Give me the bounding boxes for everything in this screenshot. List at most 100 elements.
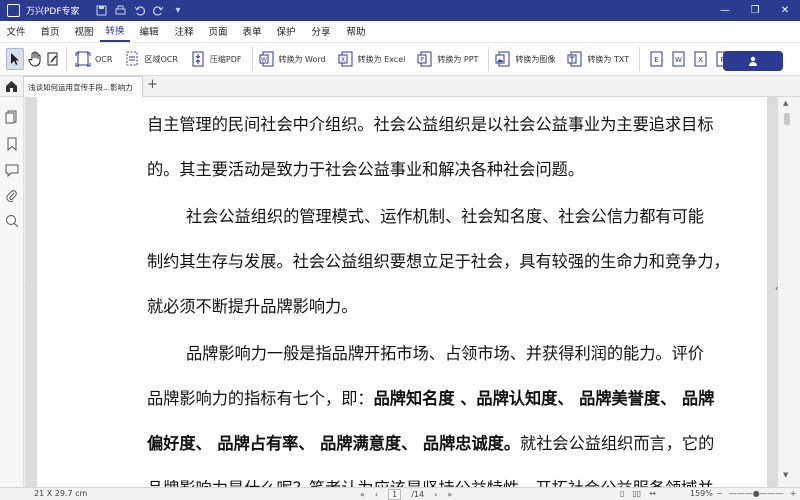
format-e-icon: E (650, 51, 663, 67)
to-image-button[interactable]: 转换为图像 (495, 46, 555, 72)
add-tab-button[interactable]: + (147, 77, 158, 92)
to-html-button[interactable]: W (670, 46, 686, 72)
ocr-label: OCR (95, 54, 113, 64)
scroll-thumb[interactable] (784, 113, 790, 125)
excel-icon: X (338, 51, 353, 67)
vertical-scrollbar[interactable]: ▲ ▼ (778, 97, 800, 487)
menu-page[interactable]: 页面 (200, 20, 236, 42)
undo-icon[interactable] (134, 5, 145, 16)
separator (66, 47, 67, 71)
menu-file[interactable]: 文件 (0, 20, 32, 42)
to-txt-button[interactable]: 转换为 TXT (567, 46, 629, 72)
app-logo (0, 0, 26, 21)
menu-convert[interactable]: 转换 (100, 20, 130, 42)
page-number-input[interactable]: 1 (388, 489, 402, 500)
text-line: 的。其主要活动是致力于社会公益事业和解决各种社会问题。 (147, 160, 585, 179)
separator (488, 47, 490, 71)
ribbon-toolbar: OCR 区域OCR 压缩PDF W 转换为 Word X 转换为 Excel P… (0, 43, 800, 76)
prev-page-icon[interactable]: ‹ (375, 490, 378, 499)
menu-home[interactable]: 首页 (32, 20, 68, 42)
dropdown-icon[interactable]: ▾ (172, 5, 184, 16)
close-icon[interactable]: ✕ (770, 0, 800, 21)
scroll-down-icon[interactable]: ▼ (783, 471, 788, 479)
text-span: 就社会公益组织而言，它的 (520, 434, 715, 453)
hand-icon (28, 51, 41, 67)
minimize-icon[interactable]: — (710, 0, 740, 21)
document-tab-bar: 浅谈如何运用宣传手段...影响力 + (0, 76, 800, 97)
to-word-label: 转换为 Word (278, 54, 326, 64)
edit-tool[interactable] (46, 46, 60, 72)
menu-view[interactable]: 视图 (68, 20, 100, 42)
two-page-view-icon[interactable]: ▯▯ (632, 489, 641, 498)
format-x-icon: X (694, 51, 707, 67)
menu-comment[interactable]: 注释 (168, 20, 200, 42)
redo-icon[interactable] (153, 5, 164, 16)
to-epub-button[interactable]: E (648, 46, 664, 72)
area-ocr-icon (126, 51, 138, 66)
home-icon[interactable] (4, 79, 19, 94)
ppt-icon: P (417, 51, 432, 67)
hand-tool[interactable] (28, 46, 42, 72)
attachment-icon[interactable] (5, 189, 19, 203)
image-icon (495, 51, 510, 67)
menu-form[interactable]: 表单 (236, 20, 268, 42)
txt-icon (567, 51, 582, 67)
bold-text-span: 偏好度、 品牌占有率、 品牌满意度、 品牌忠诚度。 (147, 434, 521, 453)
restore-icon[interactable]: ❐ (740, 0, 770, 21)
comment-icon[interactable] (5, 163, 19, 177)
to-excel-button[interactable]: X 转换为 Excel (338, 46, 406, 72)
left-sidebar (0, 97, 24, 487)
scroll-up-icon[interactable]: ▲ (783, 99, 788, 107)
to-xml-button[interactable]: X (692, 46, 708, 72)
text-line: 品牌影响力是什么呢？笔者认为应该是坚持公益特性、开拓社会公益服务领域并 (147, 475, 714, 487)
select-tool[interactable] (6, 48, 24, 70)
to-ppt-button[interactable]: P 转换为 PPT (417, 46, 478, 72)
ocr-button[interactable]: OCR (75, 46, 112, 72)
pointer-icon (11, 53, 19, 65)
area-ocr-button[interactable]: 区域OCR (124, 46, 178, 72)
bookmark-icon[interactable] (5, 137, 19, 151)
bold-text-span: 品牌知名度 、品牌认知度、 品牌美誉度、 品牌 (373, 389, 715, 408)
zoom-in-icon[interactable]: + (790, 489, 797, 498)
text-line: 自主管理的民间社会中介组织。社会公益组织是以社会公益事业为主要追求目标 (147, 115, 714, 134)
format-w-icon: W (672, 51, 685, 67)
menu-edit[interactable]: 编辑 (130, 20, 168, 42)
to-word-button[interactable]: W 转换为 Word (259, 46, 326, 72)
menu-bar: 文件 首页 视图 转换 编辑 注释 页面 表单 保护 分享 帮助 (0, 21, 800, 43)
zoom-slider[interactable]: ———●——— (729, 489, 784, 498)
page-navigator: « ‹ 1 /14 › » (360, 489, 452, 500)
text-span: 品牌影响力的指标有七个，即： (147, 389, 374, 408)
single-page-view-icon[interactable]: ▯ (620, 489, 624, 498)
text-line: 品牌影响力一般是指品牌开拓市场、占领市场、并获得利润的能力。评价 (186, 344, 704, 363)
quick-access-toolbar: ▾ (96, 5, 184, 16)
document-viewer: 自主管理的民间社会中介组织。社会公益组织是以社会公益事业为主要追求目标 的。其主… (25, 97, 778, 487)
search-icon[interactable] (5, 214, 19, 228)
word-icon: W (259, 51, 273, 67)
svg-text:X: X (341, 57, 345, 64)
compress-icon (192, 51, 204, 67)
fit-width-icon[interactable]: ↔ (649, 489, 656, 498)
user-login-button[interactable] (723, 51, 783, 71)
zoom-controls: − ———●——— + (716, 489, 796, 498)
compress-pdf-button[interactable]: 压缩PDF (190, 46, 242, 72)
ocr-icon (75, 51, 91, 67)
save-icon[interactable] (96, 5, 107, 16)
next-page-icon[interactable]: › (434, 490, 437, 499)
user-icon (749, 56, 757, 66)
first-page-icon[interactable]: « (360, 490, 365, 499)
menu-protect[interactable]: 保护 (268, 20, 304, 42)
menu-help[interactable]: 帮助 (338, 20, 374, 42)
zoom-level[interactable]: 159% (690, 489, 713, 498)
print-icon[interactable] (115, 5, 126, 16)
page-total: /14 (411, 490, 425, 499)
zoom-out-icon[interactable]: − (716, 489, 723, 498)
title-bar: 万兴PDF专家 ▾ — ❐ ✕ (0, 0, 800, 21)
last-page-icon[interactable]: » (447, 490, 452, 499)
separator (251, 47, 253, 71)
to-excel-label: 转换为 Excel (357, 54, 406, 64)
area-ocr-label: 区域OCR (144, 54, 178, 64)
text-line: 社会公益组织的管理模式、运作机制、社会知名度、社会公信力都有可能 (186, 207, 704, 226)
menu-share[interactable]: 分享 (304, 20, 338, 42)
document-tab[interactable]: 浅谈如何运用宣传手段...影响力 (23, 76, 143, 97)
thumbnails-icon[interactable] (5, 110, 19, 124)
